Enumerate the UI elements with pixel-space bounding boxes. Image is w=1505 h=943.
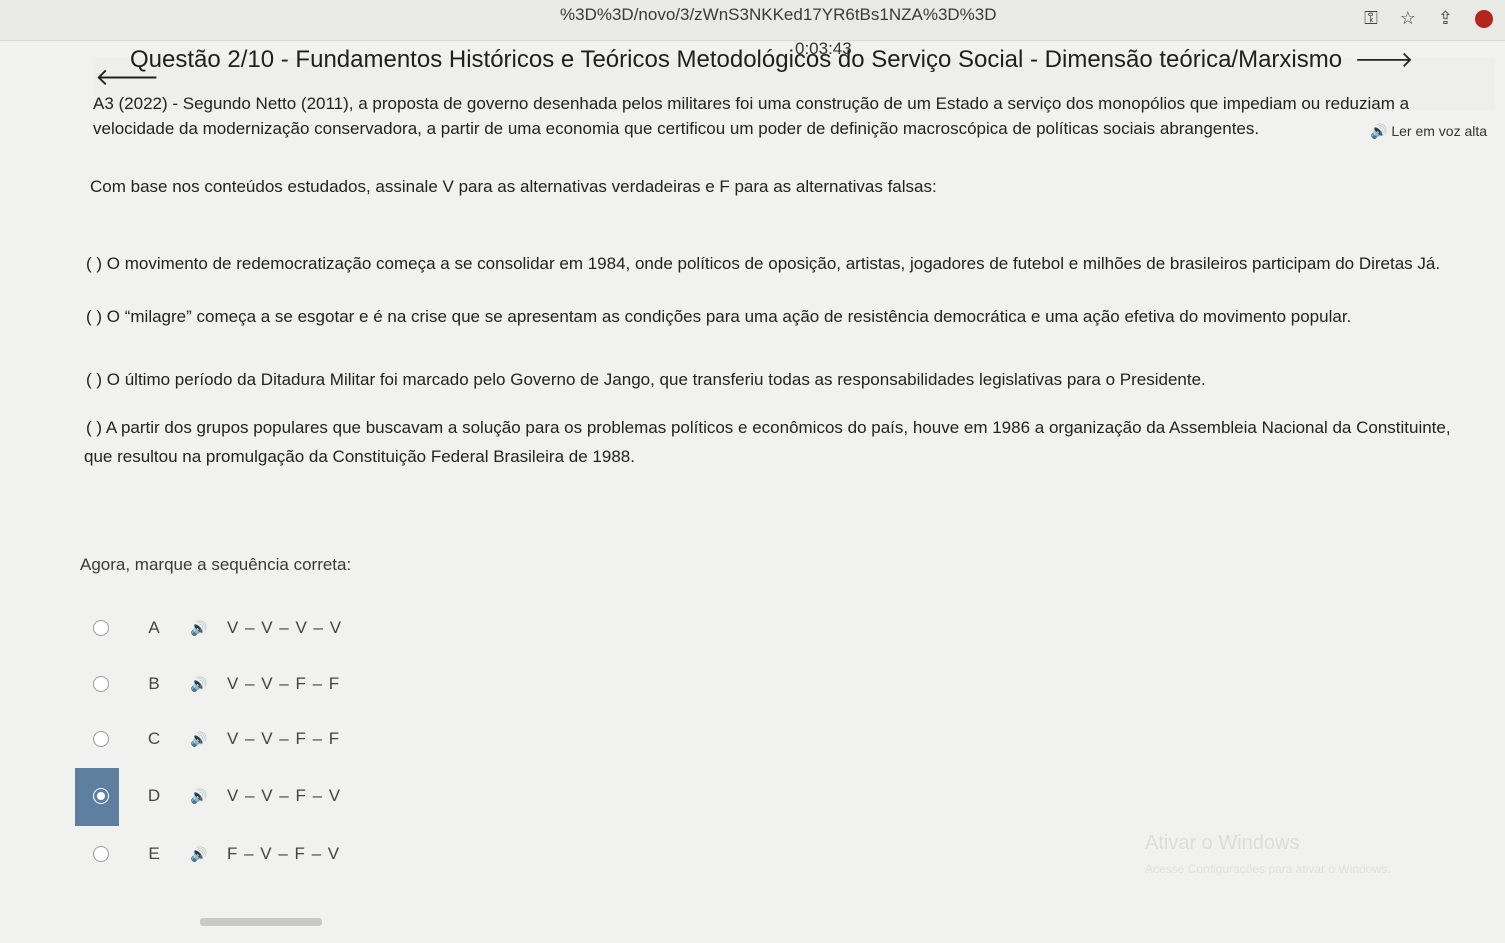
option-letter: C bbox=[147, 729, 161, 748]
option-e[interactable]: E 🔊 F – V – F – V bbox=[75, 826, 1075, 882]
speaker-icon: 🔊 bbox=[1370, 123, 1388, 139]
radio-button[interactable] bbox=[93, 846, 109, 862]
radio-button-selected[interactable] bbox=[93, 788, 109, 804]
option-letter: B bbox=[148, 674, 160, 693]
sequence-prompt: Agora, marque a sequência correta: bbox=[80, 555, 352, 574]
browser-toolbar: %3D%3D/novo/3/zWnS3NKKed17YR6tBs1NZA%3D%… bbox=[0, 0, 1505, 41]
option-text: V – V – F – F bbox=[227, 674, 341, 693]
statement-4-continued: que resultou na promulgação da Constitui… bbox=[84, 447, 635, 466]
option-text: V – V – V – V bbox=[227, 618, 343, 637]
address-bar[interactable]: %3D%3D/novo/3/zWnS3NKKed17YR6tBs1NZA%3D%… bbox=[560, 5, 997, 25]
speaker-icon[interactable]: 🔊 bbox=[179, 846, 219, 863]
browser-icons: ⚿ ☆ ⇪ bbox=[1364, 8, 1493, 29]
statement-4: ( ) A partir dos grupos populares que bu… bbox=[86, 418, 1451, 437]
option-text: V – V – F – V bbox=[227, 786, 342, 805]
option-letter: E bbox=[148, 844, 160, 863]
option-a[interactable]: A 🔊 V – V – V – V bbox=[75, 600, 1075, 656]
option-c[interactable]: C 🔊 V – V – F – F bbox=[75, 711, 1075, 767]
question-line-2: velocidade da modernização conservadora,… bbox=[93, 119, 1260, 138]
windows-activation-subtext: Acesse Configurações para ativar o Windo… bbox=[1145, 862, 1391, 876]
speaker-icon[interactable]: 🔊 bbox=[179, 731, 219, 748]
radio-button[interactable] bbox=[93, 731, 109, 747]
option-b[interactable]: B 🔊 V – V – F – F bbox=[75, 656, 1075, 712]
radio-button[interactable] bbox=[93, 620, 109, 636]
key-icon[interactable]: ⚿ bbox=[1364, 8, 1378, 29]
radio-button[interactable] bbox=[93, 676, 109, 692]
option-text: F – V – F – V bbox=[227, 844, 341, 863]
statement-1: ( ) O movimento de redemocratização come… bbox=[86, 254, 1441, 273]
instruction: Com base nos conteúdos estudados, assina… bbox=[90, 177, 937, 196]
scrollbar[interactable] bbox=[200, 918, 322, 926]
speaker-icon[interactable]: 🔊 bbox=[179, 620, 219, 637]
statement-3: ( ) O último período da Ditadura Militar… bbox=[86, 370, 1206, 389]
question-title: Questão 2/10 - Fundamentos Históricos e … bbox=[130, 46, 1343, 73]
read-aloud-button[interactable]: 🔊 Ler em voz alta bbox=[1370, 123, 1487, 140]
share-icon[interactable]: ⇪ bbox=[1438, 8, 1453, 29]
speaker-icon[interactable]: 🔊 bbox=[179, 676, 219, 693]
read-aloud-label: Ler em voz alta bbox=[1391, 123, 1488, 139]
option-letter: A bbox=[148, 618, 160, 637]
statement-2: ( ) O “milagre” começa a se esgotar e é … bbox=[86, 307, 1352, 326]
next-arrow-icon[interactable]: 🡒 bbox=[1355, 47, 1414, 72]
question-line-1: A3 (2022) - Segundo Netto (2011), a prop… bbox=[93, 94, 1410, 113]
option-text: V – V – F – F bbox=[227, 729, 341, 748]
star-icon[interactable]: ☆ bbox=[1400, 8, 1416, 29]
windows-activation-watermark: Ativar o Windows bbox=[1145, 832, 1300, 854]
option-letter: D bbox=[147, 786, 161, 805]
profile-icon[interactable] bbox=[1475, 9, 1493, 28]
option-d[interactable]: D 🔊 V – V – F – V bbox=[75, 768, 1075, 826]
speaker-icon[interactable]: 🔊 bbox=[179, 788, 219, 805]
